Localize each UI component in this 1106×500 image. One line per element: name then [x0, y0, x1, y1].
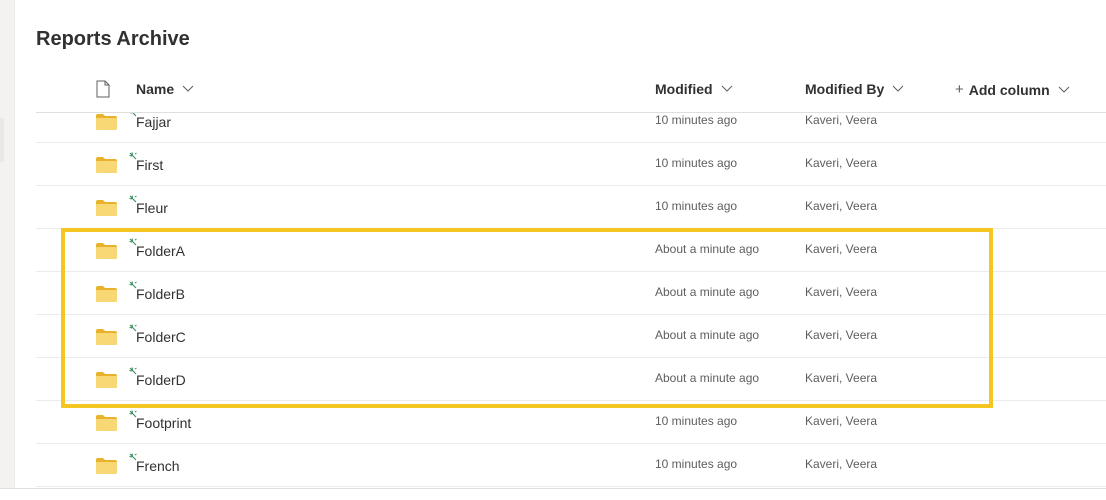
folder-icon	[96, 157, 117, 173]
folder-icon	[96, 114, 117, 130]
table-row[interactable]: FolderA About a minute ago Kaveri, Veera	[36, 229, 1106, 272]
modified-column-header[interactable]: Modified	[655, 81, 733, 97]
folder-name-link[interactable]: FolderA	[136, 243, 185, 259]
modified-date: About a minute ago	[655, 242, 760, 256]
folder-name-link[interactable]: FolderB	[136, 286, 185, 302]
modified-by-column-header[interactable]: Modified By	[805, 81, 904, 97]
plus-icon: +	[955, 81, 964, 98]
folder-icon	[96, 372, 117, 388]
modified-by-user[interactable]: Kaveri, Veera	[805, 113, 877, 127]
modified-date: About a minute ago	[655, 328, 760, 342]
table-row[interactable]: FolderB About a minute ago Kaveri, Veera	[36, 272, 1106, 315]
table-row[interactable]: FolderD About a minute ago Kaveri, Veera	[36, 358, 1106, 401]
document-icon	[96, 80, 110, 98]
modified-by-user[interactable]: Kaveri, Veera	[805, 457, 877, 471]
folder-icon	[96, 286, 117, 302]
modified-date: 10 minutes ago	[655, 113, 738, 127]
add-column-button[interactable]: + Add column	[955, 81, 1070, 98]
file-type-column-header[interactable]	[96, 80, 110, 98]
column-header-row: Name Modified Modified By + Add column	[36, 69, 1106, 113]
folder-name-link[interactable]: FolderD	[136, 372, 186, 388]
table-row[interactable]: FolderC About a minute ago Kaveri, Veera	[36, 315, 1106, 358]
folder-name-link[interactable]: FolderC	[136, 329, 186, 345]
table-row[interactable]: Fajjar 10 minutes ago Kaveri, Veera	[36, 112, 1106, 143]
folder-icon	[96, 200, 117, 216]
modified-by-user[interactable]: Kaveri, Veera	[805, 156, 877, 170]
add-column-label: Add column	[968, 81, 1050, 98]
chevron-down-icon	[721, 85, 732, 92]
table-row[interactable]: Footprint 10 minutes ago Kaveri, Veera	[36, 401, 1106, 444]
folder-icon	[96, 329, 117, 345]
modified-by-user[interactable]: Kaveri, Veera	[805, 328, 877, 342]
modified-by-user[interactable]: Kaveri, Veera	[805, 199, 877, 213]
library-title: Reports Archive	[36, 28, 190, 50]
modified-by-user[interactable]: Kaveri, Veera	[805, 371, 877, 385]
modified-date: 10 minutes ago	[655, 156, 738, 170]
chevron-down-icon	[892, 85, 904, 92]
table-row[interactable]: First 10 minutes ago Kaveri, Veera	[36, 143, 1106, 186]
modified-by-column-label: Modified By	[805, 81, 885, 97]
folder-name-link[interactable]: Fajjar	[136, 114, 171, 130]
modified-date: 10 minutes ago	[655, 199, 738, 213]
folder-name-link[interactable]: Fleur	[136, 200, 168, 216]
file-list: Fajjar 10 minutes ago Kaveri, Veera First 10…	[36, 112, 1106, 488]
left-rail-marker	[0, 118, 4, 162]
modified-date: 10 minutes ago	[655, 414, 738, 428]
name-column-header[interactable]: Name	[136, 81, 194, 97]
folder-name-link[interactable]: Footprint	[136, 415, 191, 431]
modified-date: About a minute ago	[655, 285, 760, 299]
chevron-down-icon	[1058, 86, 1070, 93]
folder-icon	[96, 243, 117, 259]
folder-name-link[interactable]: First	[136, 157, 163, 173]
modified-by-user[interactable]: Kaveri, Veera	[805, 285, 877, 299]
folder-icon	[96, 458, 117, 474]
modified-by-user[interactable]: Kaveri, Veera	[805, 242, 877, 256]
name-column-label: Name	[136, 81, 175, 97]
folder-icon	[96, 415, 117, 431]
modified-date: 10 minutes ago	[655, 457, 738, 471]
folder-name-link[interactable]: French	[136, 458, 180, 474]
document-library-page: Reports Archive Name Modified Modified B…	[0, 0, 1106, 500]
modified-date: About a minute ago	[655, 371, 760, 385]
chevron-down-icon	[182, 85, 194, 92]
table-row[interactable]: French 10 minutes ago Kaveri, Veera	[36, 444, 1106, 487]
modified-by-user[interactable]: Kaveri, Veera	[805, 414, 877, 428]
table-row[interactable]: Fleur 10 minutes ago Kaveri, Veera	[36, 186, 1106, 229]
bottom-divider	[0, 488, 1106, 500]
modified-column-label: Modified	[655, 81, 713, 97]
left-navigation-rail	[0, 0, 14, 500]
